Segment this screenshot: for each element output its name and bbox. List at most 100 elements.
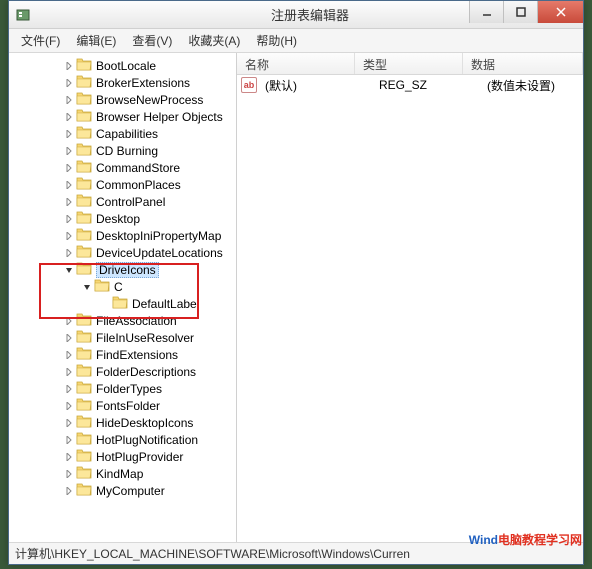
cell-type: REG_SZ — [375, 78, 483, 92]
expander-icon[interactable] — [81, 281, 93, 293]
col-type[interactable]: 类型 — [355, 53, 463, 74]
menu-view[interactable]: 查看(V) — [124, 29, 180, 52]
tree-label: HotPlugProvider — [96, 450, 183, 464]
tree-label: Browser Helper Objects — [96, 110, 223, 124]
menu-favorites[interactable]: 收藏夹(A) — [180, 29, 248, 52]
expander-icon[interactable] — [63, 332, 75, 344]
tree-item[interactable]: CD Burning — [9, 142, 236, 159]
expander-icon[interactable] — [63, 400, 75, 412]
tree-item[interactable]: BrowseNewProcess — [9, 91, 236, 108]
expander-icon[interactable] — [63, 468, 75, 480]
expander-icon[interactable] — [63, 383, 75, 395]
tree-item[interactable]: FolderDescriptions — [9, 363, 236, 380]
list-panel[interactable]: 名称 类型 数据 ab(默认)REG_SZ(数值未设置) — [237, 53, 583, 542]
tree-label: KindMap — [96, 467, 143, 481]
expander-icon[interactable] — [63, 366, 75, 378]
expander-icon[interactable] — [63, 128, 75, 140]
tree-label: CD Burning — [96, 144, 158, 158]
folder-icon — [76, 108, 96, 125]
tree-item[interactable]: FileInUseResolver — [9, 329, 236, 346]
window-buttons — [469, 1, 583, 23]
tree-item[interactable]: Capabilities — [9, 125, 236, 142]
expander-icon[interactable] — [63, 77, 75, 89]
menu-help[interactable]: 帮助(H) — [248, 29, 305, 52]
expander-icon[interactable] — [63, 230, 75, 242]
list-row[interactable]: ab(默认)REG_SZ(数值未设置) — [237, 75, 583, 95]
tree-item[interactable]: DriveIcons — [9, 261, 236, 278]
folder-icon — [76, 465, 96, 482]
col-data[interactable]: 数据 — [463, 53, 583, 74]
minimize-button[interactable] — [469, 1, 503, 23]
list-header: 名称 类型 数据 — [237, 53, 583, 75]
tree-item[interactable]: HotPlugProvider — [9, 448, 236, 465]
cell-data: (数值未设置) — [483, 77, 583, 94]
tree-item[interactable]: DeviceUpdateLocations — [9, 244, 236, 261]
menu-file[interactable]: 文件(F) — [13, 29, 68, 52]
expander-icon[interactable] — [63, 434, 75, 446]
tree-label: DesktopIniPropertyMap — [96, 229, 221, 243]
expander-icon[interactable] — [63, 94, 75, 106]
expander-icon[interactable] — [63, 145, 75, 157]
titlebar[interactable]: 注册表编辑器 — [9, 1, 583, 29]
tree-item[interactable]: FontsFolder — [9, 397, 236, 414]
expander-icon[interactable] — [63, 315, 75, 327]
menu-edit[interactable]: 编辑(E) — [68, 29, 124, 52]
folder-icon — [76, 193, 96, 210]
close-button[interactable] — [537, 1, 583, 23]
tree: BootLocale BrokerExtensions BrowseNewProce… — [9, 53, 236, 503]
tree-item[interactable]: FileAssociation — [9, 312, 236, 329]
tree-item[interactable]: FindExtensions — [9, 346, 236, 363]
tree-item[interactable]: C — [9, 278, 236, 295]
folder-icon — [76, 329, 96, 346]
tree-item[interactable]: CommandStore — [9, 159, 236, 176]
expander-icon[interactable] — [63, 60, 75, 72]
tree-label: BrowseNewProcess — [96, 93, 203, 107]
expander-icon[interactable] — [63, 485, 75, 497]
tree-panel[interactable]: BootLocale BrokerExtensions BrowseNewProce… — [9, 53, 237, 542]
expander-icon[interactable] — [63, 179, 75, 191]
tree-item[interactable]: MyComputer — [9, 482, 236, 499]
tree-item[interactable]: ControlPanel — [9, 193, 236, 210]
col-name[interactable]: 名称 — [237, 53, 355, 74]
tree-item[interactable]: BrokerExtensions — [9, 74, 236, 91]
tree-item[interactable]: DefaultLabel — [9, 295, 236, 312]
tree-item[interactable]: HideDesktopIcons — [9, 414, 236, 431]
list-body: ab(默认)REG_SZ(数值未设置) — [237, 75, 583, 95]
maximize-button[interactable] — [503, 1, 537, 23]
folder-icon — [76, 91, 96, 108]
folder-icon — [76, 431, 96, 448]
expander-icon[interactable] — [63, 349, 75, 361]
expander-icon[interactable] — [63, 247, 75, 259]
tree-label: Capabilities — [96, 127, 158, 141]
expander-icon[interactable] — [63, 451, 75, 463]
string-value-icon: ab — [241, 77, 257, 93]
folder-icon — [94, 278, 114, 295]
expander-icon[interactable] — [63, 196, 75, 208]
tree-item[interactable]: FolderTypes — [9, 380, 236, 397]
tree-item[interactable]: Desktop — [9, 210, 236, 227]
expander-icon[interactable] — [63, 162, 75, 174]
folder-icon — [76, 448, 96, 465]
watermark-blue: Wind — [469, 533, 498, 547]
expander-icon[interactable] — [63, 264, 75, 276]
tree-item[interactable]: Browser Helper Objects — [9, 108, 236, 125]
folder-icon — [76, 482, 96, 499]
expander-icon[interactable] — [63, 111, 75, 123]
expander-icon[interactable] — [63, 417, 75, 429]
folder-icon — [76, 125, 96, 142]
tree-item[interactable]: HotPlugNotification — [9, 431, 236, 448]
tree-label: C — [114, 280, 123, 294]
expander-icon[interactable] — [63, 213, 75, 225]
tree-item[interactable]: KindMap — [9, 465, 236, 482]
tree-label: BrokerExtensions — [96, 76, 190, 90]
tree-item[interactable]: DesktopIniPropertyMap — [9, 227, 236, 244]
folder-icon — [76, 312, 96, 329]
cell-name: (默认) — [261, 77, 375, 94]
tree-item[interactable]: BootLocale — [9, 57, 236, 74]
tree-label: FileAssociation — [96, 314, 177, 328]
tree-label: HotPlugNotification — [96, 433, 198, 447]
watermark-red: 电脑教程学习网 — [498, 533, 582, 547]
tree-label: DefaultLabel — [132, 297, 199, 311]
tree-item[interactable]: CommonPlaces — [9, 176, 236, 193]
tree-label: CommonPlaces — [96, 178, 181, 192]
